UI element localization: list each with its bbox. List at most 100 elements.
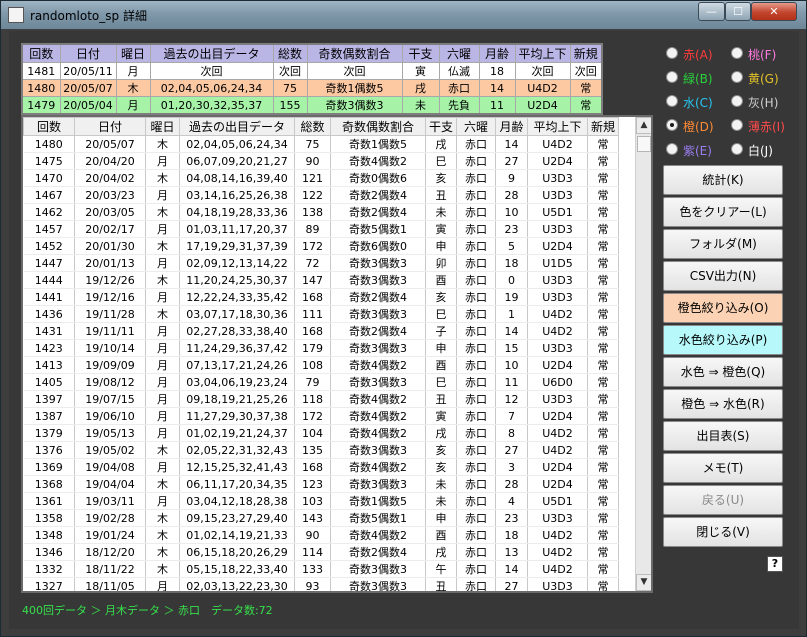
table-row[interactable]: 1467 20/03/23 月 03,14,16,25,26,38 122 奇数2偶数4 丑… <box>23 186 619 204</box>
table-row[interactable]: 1480 20/05/07 木 02,04,05,06,24,34 75 奇数1偶数5 戌赤… <box>23 135 619 153</box>
help-icon[interactable]: ? <box>767 556 783 572</box>
table-cell: 戌 <box>425 424 457 442</box>
table-row[interactable]: 1447 20/01/13 月 02,09,12,13,14,22 72 奇数3偶数3 卯赤… <box>23 254 619 272</box>
radio-dot-icon[interactable] <box>731 47 743 59</box>
summary-cell: 次回 <box>272 62 308 80</box>
title-bar[interactable]: randomloto_sp 詳細 — ☐ ✕ <box>1 1 806 29</box>
radio-label: 赤(A) <box>683 48 713 62</box>
table-row[interactable]: 1423 19/10/14 月 11,24,29,36,37,42 179 奇数3偶数3 申… <box>23 339 619 357</box>
table-row[interactable]: 1332 18/11/22 木 05,15,18,22,33,40 133 奇数3偶数3 午… <box>23 560 619 578</box>
cyan-to-orange-button[interactable]: 水色 ⇒ 橙色(Q) <box>663 357 783 387</box>
table-row[interactable]: 1475 20/04/20 月 06,07,09,20,21,27 90 奇数4偶数2 巳赤… <box>23 152 619 170</box>
table-cell: 常 <box>587 424 619 442</box>
grid-header-cell[interactable]: 奇数偶数割合 <box>330 117 426 136</box>
table-cell: 月 <box>145 254 180 272</box>
summary-cell: 11 <box>478 96 516 115</box>
table-cell: 1332 <box>23 560 75 578</box>
table-row[interactable]: 1387 19/06/10 月 11,27,29,30,37,38 172 奇数4偶数2 寅… <box>23 407 619 425</box>
clear-color-button[interactable]: 色をクリアー(L) <box>663 197 783 227</box>
scroll-up-arrow-icon[interactable]: ▲ <box>636 117 651 134</box>
grid-header-cell[interactable]: 平均上下 <box>527 117 588 136</box>
grid-header-cell[interactable]: 曜日 <box>145 117 180 136</box>
scroll-thumb[interactable] <box>637 136 651 152</box>
table-row[interactable]: 1358 19/02/28 木 09,15,23,27,29,40 143 奇数5偶数1 申… <box>23 509 619 527</box>
memo-button[interactable]: メモ(T) <box>663 453 783 483</box>
back-button[interactable]: 戻る(U) <box>663 485 783 515</box>
table-cell: 月 <box>145 186 180 204</box>
radio-dot-icon[interactable] <box>731 143 743 155</box>
table-row[interactable]: 1327 18/11/05 月 02,03,13,22,23,30 93 奇数3偶数3 丑赤… <box>23 577 619 591</box>
radio-dot-icon[interactable] <box>731 71 743 83</box>
radio-dot-icon[interactable] <box>666 71 678 83</box>
radio-label: 紫(E) <box>683 144 712 158</box>
table-cell: 20/02/17 <box>74 220 146 238</box>
table-row[interactable]: 1431 19/11/11 月 02,27,28,33,38,40 168 奇数2偶数4 子… <box>23 322 619 340</box>
table-row[interactable]: 1405 19/08/12 月 03,04,06,19,23,24 79 奇数3偶数3 巳赤… <box>23 373 619 391</box>
radio-dot-icon[interactable] <box>731 95 743 107</box>
stats-button[interactable]: 統計(K) <box>663 165 783 195</box>
cyan-filter-button[interactable]: 水色絞り込み(P) <box>663 325 783 355</box>
table-row[interactable]: 1452 20/01/30 木 17,19,29,31,37,39 172 奇数6偶数0 申… <box>23 237 619 255</box>
table-row[interactable]: 1444 19/12/26 木 11,20,24,25,30,37 147 奇数3偶数3 酉… <box>23 271 619 289</box>
table-cell: 奇数2偶数4 <box>330 288 426 306</box>
folder-button[interactable]: フォルダ(M) <box>663 229 783 259</box>
table-row[interactable]: 1369 19/04/08 月 12,15,25,32,41,43 168 奇数4偶数2 亥… <box>23 458 619 476</box>
orange-to-cyan-button[interactable]: 橙色 ⇒ 水色(R) <box>663 389 783 419</box>
table-cell: 19/11/11 <box>74 322 146 340</box>
table-row[interactable]: 1376 19/05/02 木 02,05,22,31,32,43 135 奇数3偶数3 亥… <box>23 441 619 459</box>
radio-dot-icon[interactable] <box>666 119 678 131</box>
radio-dot-icon[interactable] <box>731 119 743 131</box>
grid-header-cell[interactable]: 干支 <box>425 117 457 136</box>
table-cell: 1387 <box>23 407 75 425</box>
table-row[interactable]: 1436 19/11/28 木 03,07,17,18,30,36 111 奇数3偶数3 巳… <box>23 305 619 323</box>
table-cell: 133 <box>294 560 331 578</box>
table-cell: 15 <box>495 339 528 357</box>
vertical-scrollbar[interactable]: ▲ ▼ <box>635 117 651 591</box>
table-cell: 20/03/23 <box>74 186 146 204</box>
grid-header-cell[interactable]: 回数 <box>23 117 75 136</box>
radio-label: 橙(D) <box>683 120 714 134</box>
table-cell: 09,18,19,21,25,26 <box>179 390 295 408</box>
radio-dot-icon[interactable] <box>666 95 678 107</box>
table-row[interactable]: 1379 19/05/13 月 01,02,19,21,24,37 104 奇数4偶数2 戌… <box>23 424 619 442</box>
radio-dot-icon[interactable] <box>666 47 678 59</box>
table-row[interactable]: 1348 19/01/24 木 01,02,14,19,21,33 90 奇数4偶数2 酉赤… <box>23 526 619 544</box>
grid-header-cell[interactable]: 六曜 <box>456 117 496 136</box>
csv-export-button[interactable]: CSV出力(N) <box>663 261 783 291</box>
table-cell: 03,07,17,18,30,36 <box>179 305 295 323</box>
grid-header-cell[interactable]: 月齢 <box>495 117 528 136</box>
scroll-down-arrow-icon[interactable]: ▼ <box>636 574 651 591</box>
grid-header-cell[interactable]: 新規 <box>587 117 619 136</box>
table-row[interactable]: 1413 19/09/09 月 07,13,17,21,24,26 108 奇数4偶数2 酉… <box>23 356 619 374</box>
summary-row: 1481 20/05/11 月次回 次回 次回寅仏滅 18 次回 次回 <box>21 62 603 80</box>
table-cell: 酉 <box>425 271 457 289</box>
grid-header-cell[interactable]: 総数 <box>294 117 331 136</box>
close-button[interactable]: 閉じる(V) <box>663 517 783 547</box>
table-row[interactable]: 1441 19/12/16 月 12,22,24,33,35,42 168 奇数2偶数4 亥… <box>23 288 619 306</box>
number-table-button[interactable]: 出目表(S) <box>663 421 783 451</box>
grid-header-cell[interactable]: 日付 <box>74 117 146 136</box>
summary-header-cell: 奇数偶数割合 <box>306 43 403 63</box>
radio-label: 水(C) <box>683 96 713 110</box>
table-row[interactable]: 1462 20/03/05 木 04,18,19,28,33,36 138 奇数2偶数4 未… <box>23 203 619 221</box>
results-grid[interactable]: 回数 日付 曜日 過去の出目データ 総数 奇数偶数割合 干支 六曜 月齢 平均上… <box>21 115 653 593</box>
table-row[interactable]: 1346 18/12/20 木 06,15,18,20,26,29 114 奇数2偶数4 戌… <box>23 543 619 561</box>
maximize-button[interactable]: ☐ <box>725 2 751 21</box>
orange-filter-button[interactable]: 橙色絞り込み(O) <box>663 293 783 323</box>
table-cell: 20/04/20 <box>74 152 146 170</box>
table-cell: 1470 <box>23 169 75 187</box>
table-row[interactable]: 1368 19/04/04 木 06,11,17,20,34,35 123 奇数3偶数3 未… <box>23 475 619 493</box>
table-cell: 18 <box>495 254 528 272</box>
table-row[interactable]: 1457 20/02/17 月 01,03,11,17,20,37 89 奇数5偶数1 寅赤… <box>23 220 619 238</box>
table-cell: 常 <box>587 390 619 408</box>
table-row[interactable]: 1397 19/07/15 月 09,18,19,21,25,26 118 奇数4偶数2 丑… <box>23 390 619 408</box>
radio-dot-icon[interactable] <box>666 143 678 155</box>
close-window-button[interactable]: ✕ <box>751 2 797 21</box>
table-row[interactable]: 1470 20/04/02 木 04,08,14,16,39,40 121 奇数0偶数6 亥… <box>23 169 619 187</box>
grid-header-cell[interactable]: 過去の出目データ <box>179 117 295 136</box>
table-cell: 1358 <box>23 509 75 527</box>
summary-cell: 20/05/07 <box>59 79 117 97</box>
table-row[interactable]: 1361 19/03/11 月 03,04,12,18,28,38 103 奇数1偶数5 未… <box>23 492 619 510</box>
minimize-button[interactable]: — <box>698 2 725 21</box>
table-cell: 02,05,22,31,32,43 <box>179 441 295 459</box>
